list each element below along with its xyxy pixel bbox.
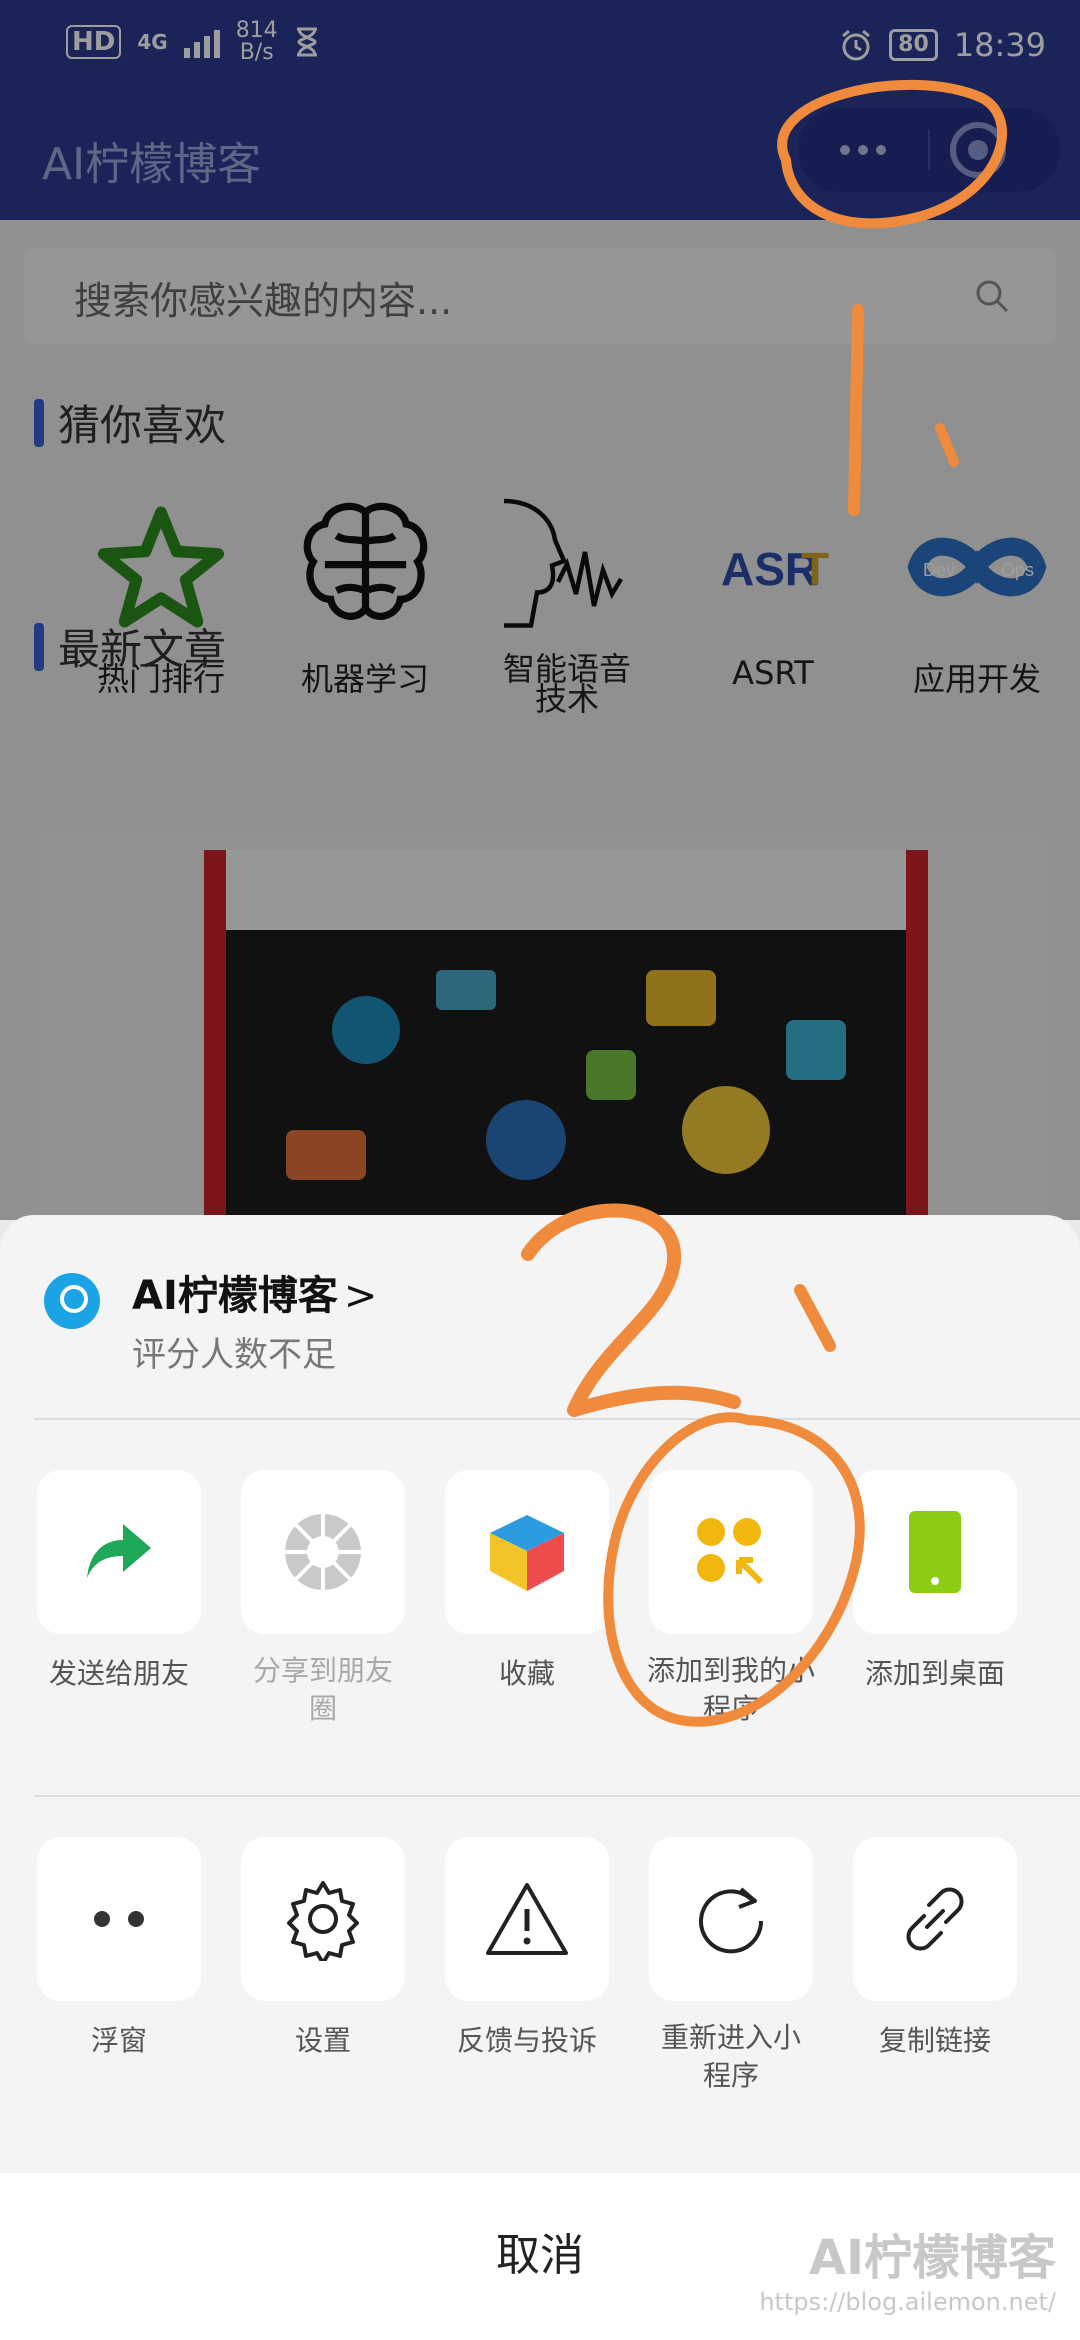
send-to-friend-label: 发送给朋友 bbox=[48, 1657, 189, 1690]
rating-text: 评分人数不足 bbox=[132, 1335, 336, 1375]
app-name-link[interactable]: AI柠檬博客 > bbox=[132, 1263, 377, 1321]
watermark-title: AI柠檬博客 bbox=[808, 2230, 1056, 2286]
feedback-label: 反馈与投诉 bbox=[456, 2024, 597, 2057]
reenter-miniprogram-label: 重新进入小程序 bbox=[660, 2021, 801, 2092]
gear-icon bbox=[241, 1837, 405, 2001]
copy-link-label: 复制链接 bbox=[878, 2024, 991, 2057]
reload-icon bbox=[649, 1837, 813, 2001]
watermark-url: https://blog.ailemon.net/ bbox=[759, 2288, 1056, 2316]
favorite-button[interactable]: 收藏 bbox=[432, 1470, 622, 1692]
floating-window-button[interactable]: 浮窗 bbox=[24, 1837, 214, 2059]
send-to-friend-button[interactable]: 发送给朋友 bbox=[24, 1470, 214, 1692]
add-to-my-miniprogram-label: 添加到我的小程序 bbox=[646, 1654, 815, 1725]
favorite-label: 收藏 bbox=[498, 1657, 555, 1690]
moments-shutter-icon bbox=[241, 1470, 405, 1634]
watermark: AI柠檬博客 https://blog.ailemon.net/ bbox=[759, 2218, 1056, 2316]
add-to-my-miniprogram-button[interactable]: 添加到我的小程序 bbox=[636, 1470, 826, 1728]
reenter-miniprogram-button[interactable]: 重新进入小程序 bbox=[636, 1837, 826, 2095]
add-to-desktop-label: 添加到桌面 bbox=[864, 1657, 1005, 1690]
share-arrow-icon bbox=[37, 1470, 201, 1634]
share-moments-label: 分享到朋友圈 bbox=[252, 1654, 393, 1725]
settings-label: 设置 bbox=[294, 2024, 351, 2057]
cube-icon bbox=[445, 1470, 609, 1634]
feedback-button[interactable]: 反馈与投诉 bbox=[432, 1837, 622, 2059]
add-miniprogram-icon bbox=[649, 1470, 813, 1634]
floating-window-label: 浮窗 bbox=[90, 2024, 147, 2057]
chevron-right-icon: > bbox=[343, 1273, 378, 1319]
copy-link-button[interactable]: 复制链接 bbox=[840, 1837, 1030, 2059]
lemon-app-icon bbox=[44, 1273, 100, 1329]
dim-overlay[interactable] bbox=[0, 0, 1080, 1220]
dots-icon bbox=[37, 1837, 201, 2001]
settings-button[interactable]: 设置 bbox=[228, 1837, 418, 2059]
share-moments-button[interactable]: 分享到朋友圈 bbox=[228, 1470, 418, 1728]
divider bbox=[34, 1418, 1080, 1420]
action-sheet: AI柠檬博客 > 评分人数不足 发送给朋友 分享到朋友圈 收藏 添加到我的小程序 … bbox=[0, 1215, 1080, 2340]
warning-icon bbox=[445, 1837, 609, 2001]
add-to-desktop-button[interactable]: 添加到桌面 bbox=[840, 1470, 1030, 1692]
desktop-phone-icon bbox=[853, 1470, 1017, 1634]
link-icon bbox=[853, 1837, 1017, 2001]
divider bbox=[34, 1795, 1080, 1797]
app-name: AI柠檬博客 bbox=[132, 1273, 338, 1319]
